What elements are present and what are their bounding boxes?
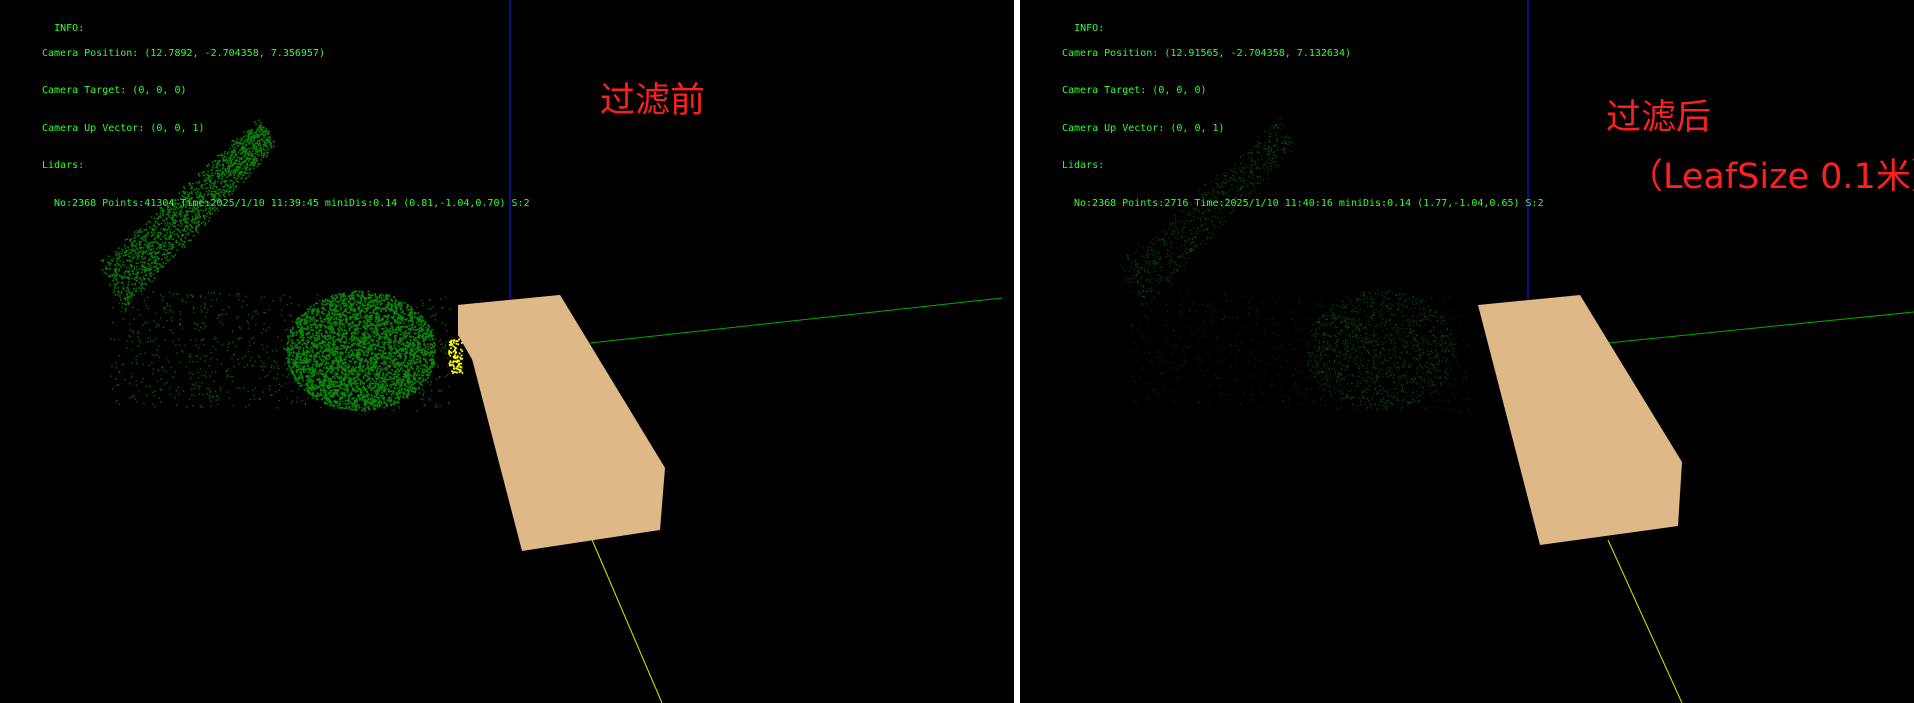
- point-cloud-cluster: [285, 290, 437, 412]
- camera-target-text: Camera Target: (0, 0, 0): [1062, 85, 1207, 96]
- camera-target-text: Camera Target: (0, 0, 0): [42, 85, 187, 96]
- x-axis-line: [589, 534, 663, 703]
- point-cloud-highlight: [448, 338, 464, 375]
- caption-before-filter: 过滤前: [600, 81, 706, 121]
- info-overlay: INFO: Camera Position: (12.91565, -2.704…: [1038, 10, 1544, 235]
- camera-up-text: Camera Up Vector: (0, 0, 1): [42, 122, 205, 134]
- x-axis-line: [1607, 539, 1683, 703]
- point-cloud-ground: [1131, 291, 1470, 413]
- lidars-label: Lidars:: [1062, 160, 1105, 171]
- info-overlay: INFO: Camera Position: (12.7892, -2.7043…: [18, 10, 530, 235]
- y-axis-line: [589, 297, 1003, 344]
- viewport-before-filter[interactable]: INFO: Camera Position: (12.7892, -2.7043…: [0, 0, 1014, 703]
- caption-leafsize: （LeafSize 0.1米）: [1628, 157, 1914, 197]
- caption-after-filter: 过滤后: [1606, 98, 1712, 138]
- lidars-label: Lidars:: [42, 160, 85, 171]
- info-title: INFO:: [54, 22, 85, 34]
- lidar-status-line: No:2368 Points:2716 Time:2025/1/10 11:40…: [1074, 197, 1544, 209]
- viewport-after-filter[interactable]: INFO: Camera Position: (12.91565, -2.704…: [1020, 0, 1914, 703]
- camera-up-text: Camera Up Vector: (0, 0, 1): [1062, 122, 1225, 134]
- info-title: INFO:: [1074, 22, 1105, 34]
- box-top-face: [1478, 295, 1682, 545]
- lidar-status-line: No:2368 Points:41304 Time:2025/1/10 11:3…: [54, 197, 530, 209]
- camera-position-text: Camera Position: (12.7892, -2.704358, 7.…: [42, 47, 325, 59]
- camera-position-text: Camera Position: (12.91565, -2.704358, 7…: [1062, 47, 1351, 59]
- screenshot-stage: INFO: Camera Position: (12.7892, -2.7043…: [0, 0, 1914, 703]
- y-axis-line: [1607, 311, 1914, 344]
- point-cloud-cluster: [1307, 290, 1456, 410]
